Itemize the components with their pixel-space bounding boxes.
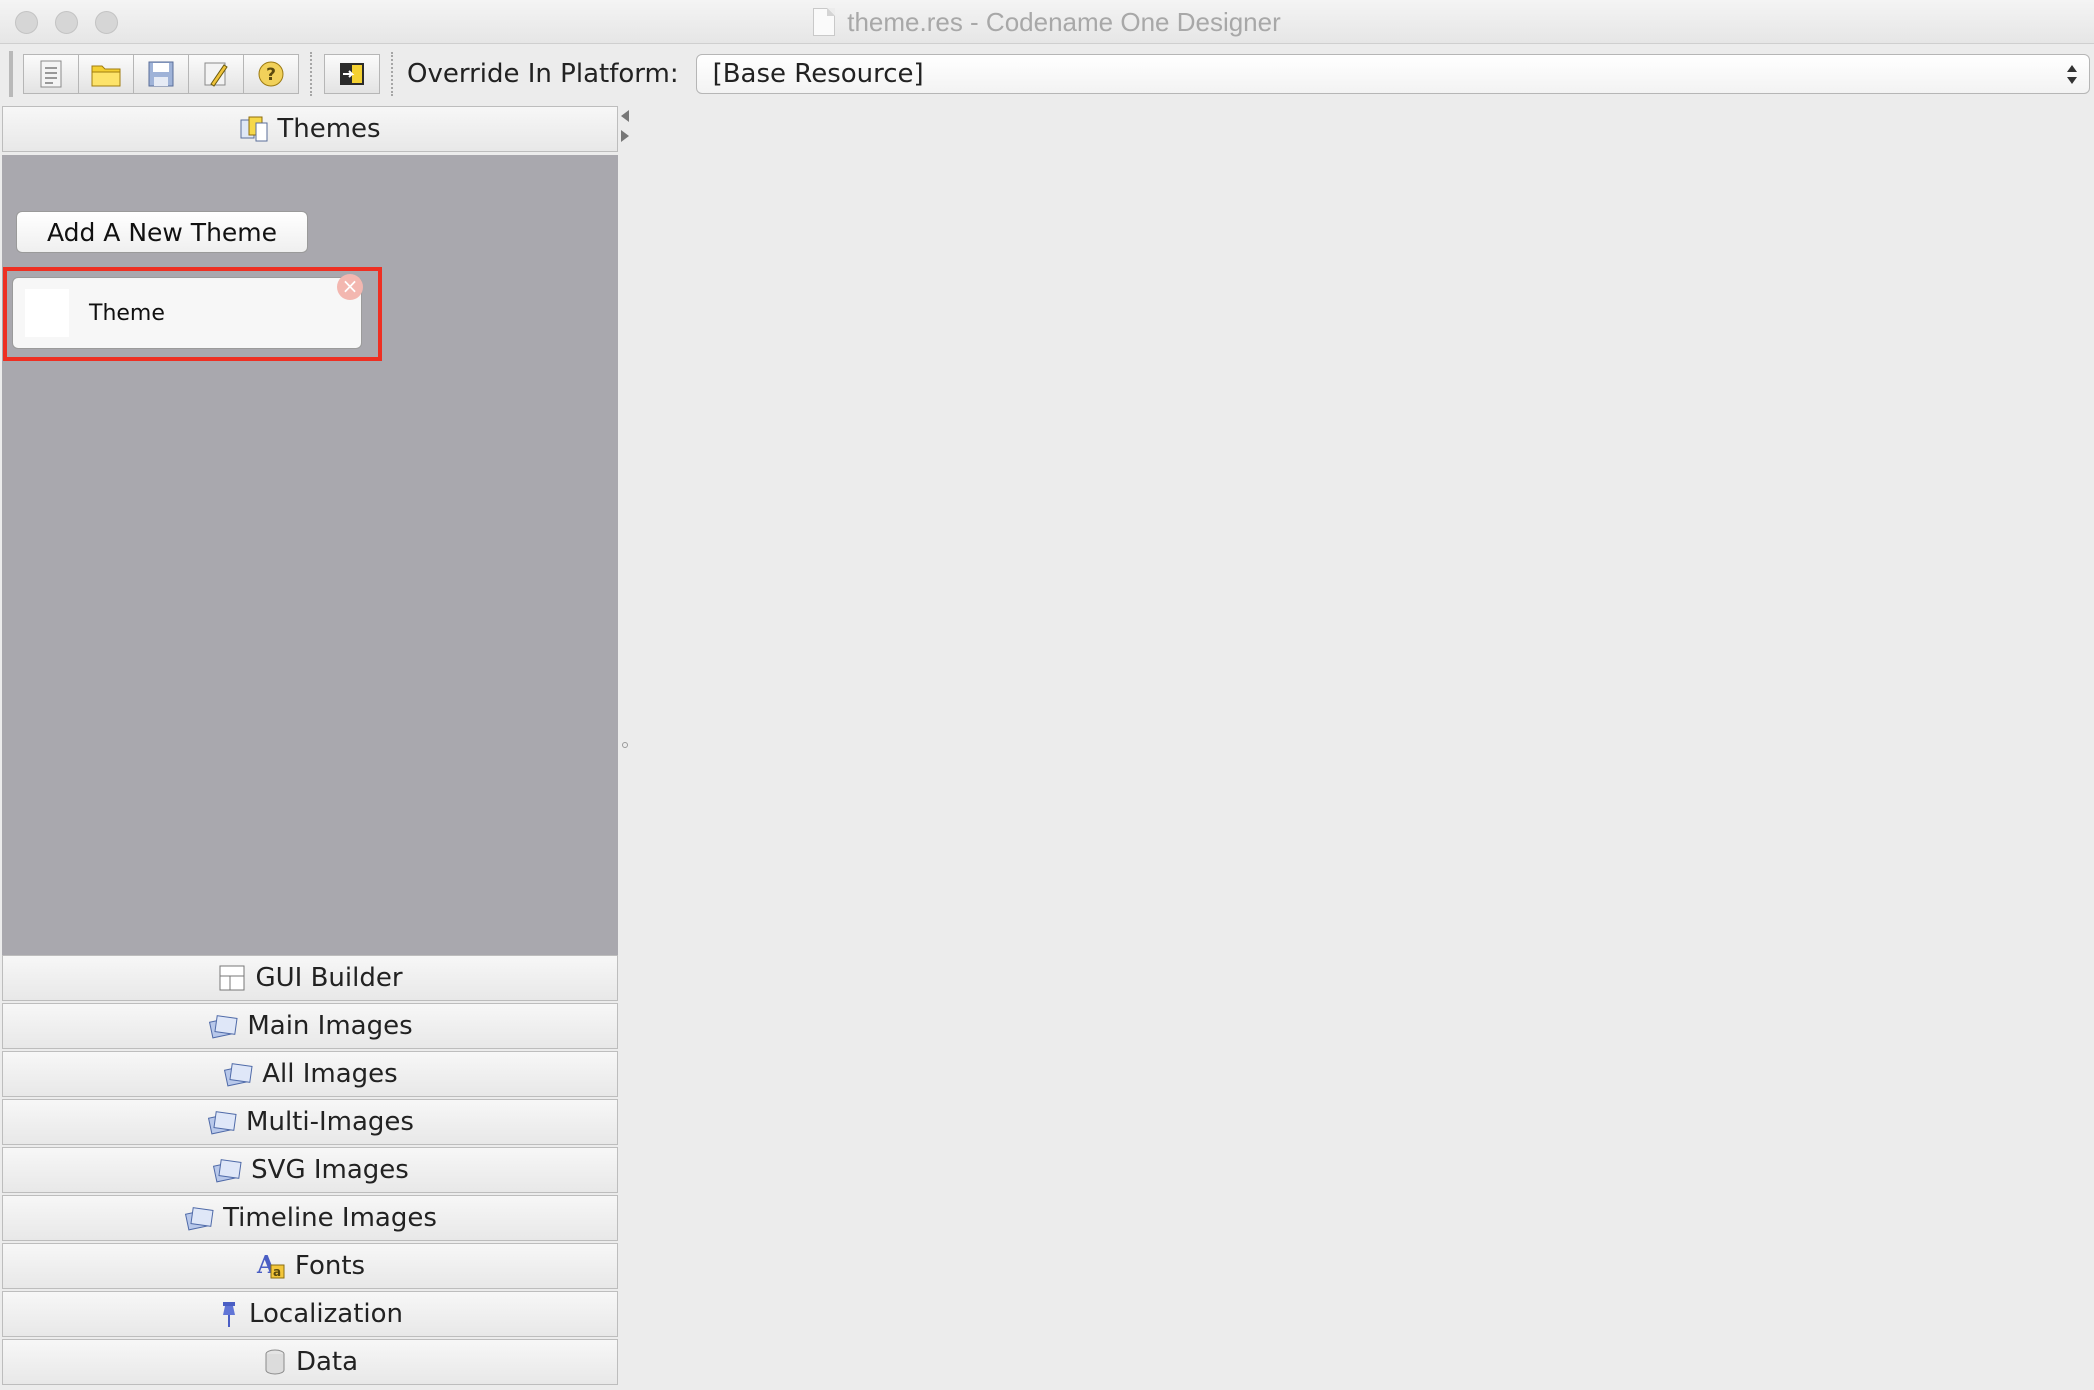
select-arrows-icon — [2065, 59, 2079, 89]
save-icon — [148, 61, 174, 87]
folder-icon — [91, 65, 121, 87]
sidebar-section-label: Timeline Images — [223, 1203, 437, 1233]
svg-text:a: a — [273, 1265, 281, 1279]
toolbar-separator — [310, 52, 312, 96]
images-icon — [224, 1063, 253, 1087]
sidebar-section-label: All Images — [262, 1059, 398, 1089]
sidebar-section-fonts[interactable]: A a Fonts — [2, 1243, 618, 1289]
sidebar-section-label: Themes — [277, 114, 381, 144]
sidebar-section-label: Main Images — [247, 1011, 413, 1041]
add-new-theme-button[interactable]: Add A New Theme — [16, 211, 308, 253]
theme-item[interactable]: Theme × — [12, 274, 363, 349]
sidebar-section-all-images[interactable]: All Images — [2, 1051, 618, 1097]
images-icon — [185, 1207, 214, 1231]
override-platform-value: [Base Resource] — [712, 59, 924, 89]
images-icon — [207, 1111, 237, 1135]
edit-icon — [204, 62, 228, 87]
import-button[interactable] — [324, 54, 380, 94]
panel-splitter[interactable] — [620, 106, 630, 1390]
new-document-icon — [40, 60, 62, 88]
theme-thumbnail — [25, 289, 69, 337]
theme-item-label: Theme — [89, 300, 165, 326]
data-icon — [265, 1349, 285, 1375]
help-button[interactable]: ? — [243, 54, 299, 94]
expand-right-icon[interactable] — [621, 130, 629, 142]
resource-sidebar: Themes Add A New Theme Theme × GUI Build… — [0, 106, 622, 1390]
toolbar-grip[interactable] — [9, 51, 13, 97]
sidebar-section-multi-images[interactable]: Multi-Images — [2, 1099, 618, 1145]
save-button[interactable] — [133, 54, 189, 94]
edit-button[interactable] — [188, 54, 244, 94]
window-title-bar: theme.res - Codename One Designer — [0, 0, 2094, 44]
override-platform-label: Override In Platform: — [407, 59, 679, 89]
themes-panel: Add A New Theme Theme × — [2, 155, 618, 956]
sidebar-section-timeline-images[interactable]: Timeline Images — [2, 1195, 618, 1241]
sidebar-section-svg-images[interactable]: SVG Images — [2, 1147, 618, 1193]
svg-text:?: ? — [266, 65, 276, 85]
document-icon — [813, 8, 836, 36]
sidebar-section-label: Fonts — [294, 1251, 366, 1281]
sidebar-section-localization[interactable]: Localization — [2, 1291, 618, 1337]
pin-icon — [223, 1302, 235, 1327]
images-icon — [213, 1159, 242, 1183]
gui-builder-icon — [219, 965, 245, 991]
sidebar-section-main-images[interactable]: Main Images — [2, 1003, 618, 1049]
toolbar: ? Override In Platform: [Base Resource] — [0, 44, 2094, 104]
close-icon[interactable]: × — [337, 274, 363, 300]
sidebar-section-label: Localization — [249, 1299, 403, 1329]
new-button[interactable] — [23, 54, 79, 94]
themes-icon — [240, 116, 268, 142]
fonts-icon: A a — [256, 1251, 285, 1279]
import-icon — [340, 63, 364, 85]
toolbar-separator — [391, 52, 393, 96]
collapse-left-icon[interactable] — [621, 110, 629, 122]
help-icon: ? — [258, 61, 284, 87]
sidebar-section-label: SVG Images — [251, 1155, 409, 1185]
sidebar-section-gui-builder[interactable]: GUI Builder — [2, 955, 618, 1001]
sidebar-section-label: Multi-Images — [246, 1107, 414, 1137]
main-editor-area — [630, 106, 2094, 1390]
images-icon — [209, 1015, 238, 1039]
sidebar-section-data[interactable]: Data — [2, 1339, 618, 1385]
splitter-handle[interactable] — [622, 742, 628, 748]
override-platform-select[interactable]: [Base Resource] — [695, 54, 2090, 94]
sidebar-section-label: GUI Builder — [255, 963, 403, 993]
sidebar-section-label: Data — [295, 1347, 359, 1377]
open-button[interactable] — [78, 54, 134, 94]
window-title: theme.res - Codename One Designer — [847, 6, 1281, 37]
sidebar-section-themes[interactable]: Themes — [2, 106, 618, 152]
